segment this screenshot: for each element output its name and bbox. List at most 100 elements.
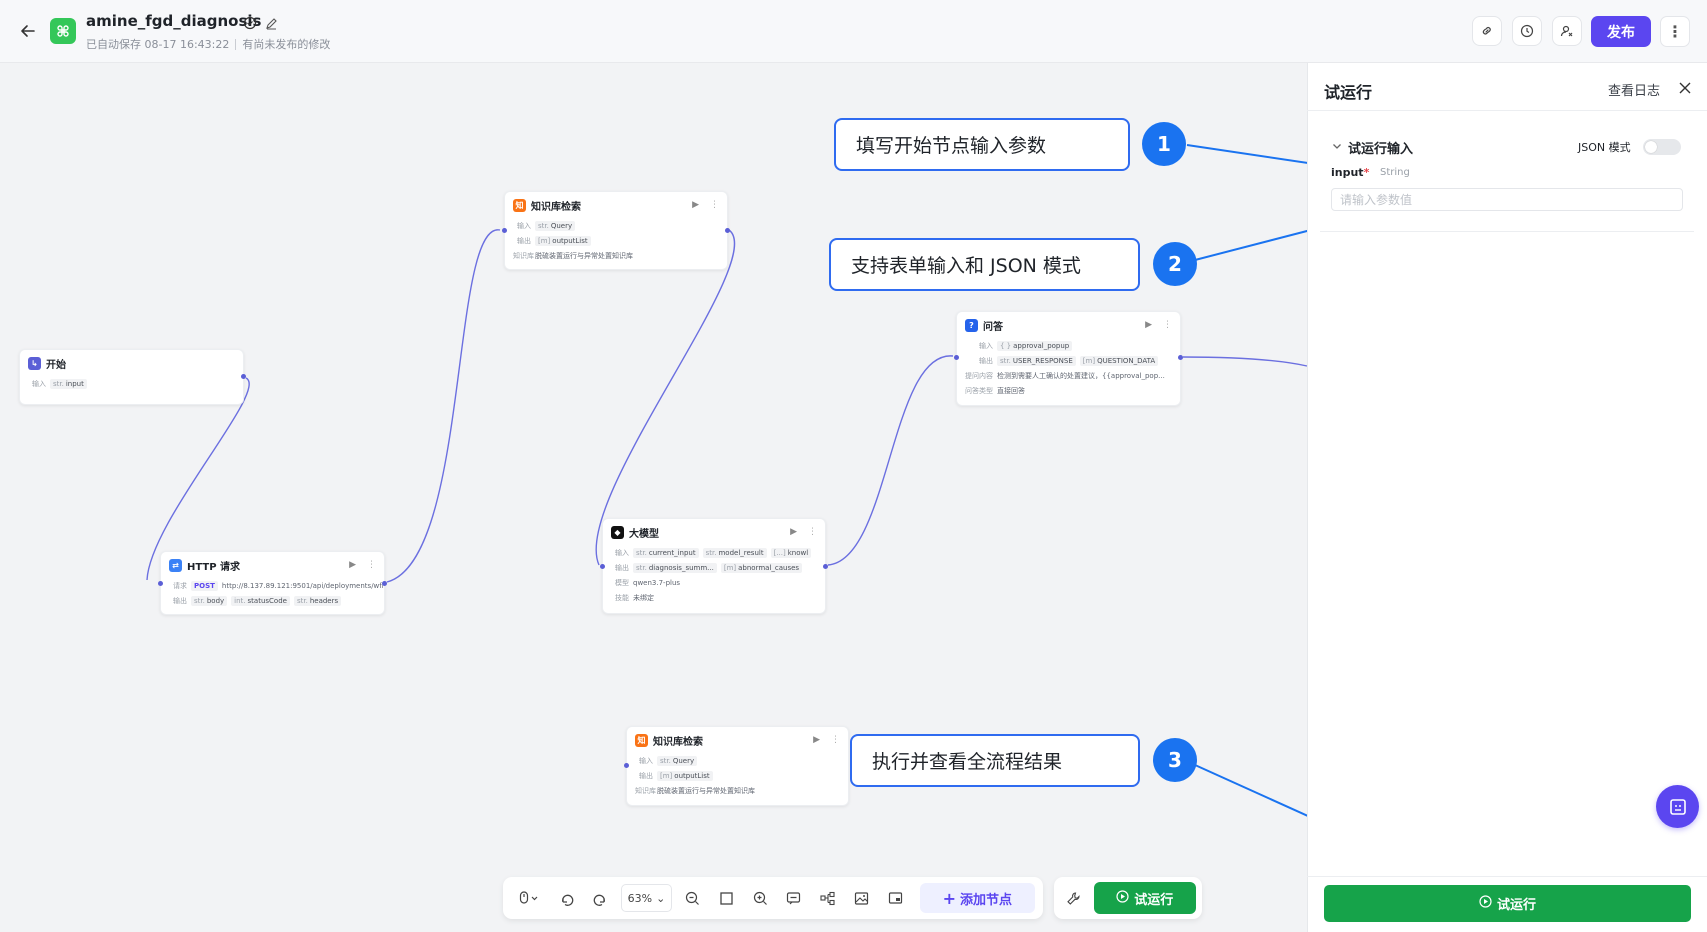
var-type: str. bbox=[636, 563, 647, 572]
output-port[interactable] bbox=[241, 374, 246, 379]
node-title: 知识库检索 bbox=[531, 201, 581, 213]
node-title: 问答 bbox=[983, 321, 1003, 333]
user-share-icon[interactable] bbox=[1552, 16, 1582, 46]
knowledge-base-icon: 知 bbox=[513, 198, 526, 212]
row-label: 技能 bbox=[615, 593, 629, 602]
node-title: HTTP 请求 bbox=[187, 561, 241, 573]
question-icon: ? bbox=[965, 318, 978, 332]
autosave-status: 已自动保存 08-17 16:43:22 bbox=[86, 38, 230, 51]
node-http-request[interactable]: ⇄ HTTP 请求 ▶ ⋮ 请求 POST http://8.137.89.12… bbox=[158, 551, 387, 615]
node-more-icon[interactable]: ⋮ bbox=[710, 200, 719, 210]
node-more-icon[interactable]: ⋮ bbox=[808, 527, 817, 537]
test-input-section-toggle[interactable]: 试运行输入 bbox=[1332, 138, 1413, 157]
back-arrow-icon[interactable] bbox=[18, 21, 38, 41]
row-label: 输出 bbox=[517, 236, 531, 245]
row-label: 输入 bbox=[639, 756, 653, 765]
node-start[interactable]: ↳ 开始 输入 str. input bbox=[19, 349, 246, 405]
section-title: 试运行输入 bbox=[1348, 142, 1414, 157]
var-name: QUESTION_DATA bbox=[1097, 356, 1156, 365]
add-node-button[interactable]: + 添加节点 bbox=[919, 883, 1036, 913]
chevron-down-icon: ⌄ bbox=[656, 891, 666, 905]
node-more-icon[interactable]: ⋮ bbox=[367, 560, 376, 570]
var-name: diagnosis_summ... bbox=[648, 563, 714, 572]
panel-title: 试运行 bbox=[1324, 83, 1373, 102]
link-icon[interactable] bbox=[1472, 16, 1502, 46]
run-node-icon[interactable]: ▶ bbox=[813, 735, 820, 745]
history-clock-icon[interactable] bbox=[1512, 16, 1542, 46]
row-label: 提问内容 bbox=[965, 371, 993, 380]
output-port[interactable] bbox=[725, 228, 730, 233]
var-type: str. bbox=[296, 596, 308, 605]
run-toolbar: 试运行 bbox=[1054, 877, 1202, 919]
var-name: statusCode bbox=[247, 596, 287, 605]
row-label: 问答类型 bbox=[965, 386, 993, 395]
run-node-icon[interactable]: ▶ bbox=[1145, 320, 1152, 330]
model-name: qwen3.7-plus bbox=[633, 578, 681, 587]
node-more-icon[interactable]: ⋮ bbox=[831, 735, 840, 745]
redo-icon[interactable] bbox=[587, 884, 615, 912]
edit-pencil-icon[interactable] bbox=[265, 15, 278, 34]
top-header: amine_fgd_diagnosis 已自动保存 08-17 16:43:22… bbox=[0, 0, 1707, 63]
output-port[interactable] bbox=[823, 564, 828, 569]
node-title: 大模型 bbox=[629, 528, 659, 540]
annotation-callout-1: 填写开始节点输入参数 bbox=[834, 118, 1130, 171]
json-mode-toggle[interactable] bbox=[1643, 139, 1681, 155]
app-title: amine_fgd_diagnosis bbox=[86, 12, 262, 30]
input-port[interactable] bbox=[600, 564, 605, 569]
section-divider bbox=[1320, 231, 1694, 232]
var-type: int. bbox=[234, 596, 246, 605]
more-menu-icon[interactable]: ⋮ bbox=[1660, 16, 1690, 47]
input-port[interactable] bbox=[502, 228, 507, 233]
verified-check-icon bbox=[243, 15, 257, 34]
node-question-answer[interactable]: ? 问答 ▶ ⋮ 输入 { } approval_popup 输出 str. USE… bbox=[954, 311, 1183, 406]
close-icon[interactable] bbox=[1676, 79, 1694, 97]
node-knowledge-search-2[interactable]: 知 知识库检索 ▶ ⋮ 输入 str. Query 输出 [m] outputLis… bbox=[624, 726, 849, 806]
app-logo-icon bbox=[50, 18, 76, 44]
panel-test-run-button[interactable]: 试运行 bbox=[1324, 885, 1691, 922]
row-label: 输出 bbox=[639, 771, 653, 780]
json-mode-label: JSON 模式 bbox=[1578, 141, 1631, 154]
wrench-settings-icon[interactable] bbox=[1060, 884, 1088, 912]
var-name: headers bbox=[309, 596, 339, 605]
test-run-label: 试运行 bbox=[1134, 892, 1174, 908]
output-port[interactable] bbox=[382, 581, 387, 586]
view-log-link[interactable]: 查看日志 bbox=[1608, 80, 1660, 99]
row-label: 输出 bbox=[173, 596, 187, 605]
input-param-field[interactable] bbox=[1331, 188, 1683, 211]
input-port[interactable] bbox=[624, 763, 629, 768]
zoom-out-icon[interactable] bbox=[678, 884, 706, 912]
kb-name: 脱硫装置运行与异常处置知识库 bbox=[535, 251, 633, 260]
zoom-value: 63% bbox=[627, 891, 653, 905]
question-text: 检测到需要人工确认的处置建议，{{approval_pop... bbox=[997, 371, 1165, 380]
undo-icon[interactable] bbox=[553, 884, 581, 912]
annotation-callout-2: 支持表单输入和 JSON 模式 bbox=[829, 238, 1140, 291]
auto-layout-icon[interactable] bbox=[814, 884, 842, 912]
run-node-icon[interactable]: ▶ bbox=[790, 527, 797, 537]
var-type: str. bbox=[636, 548, 647, 557]
input-port[interactable] bbox=[954, 355, 959, 360]
required-mark: * bbox=[1363, 166, 1370, 179]
minimap-icon[interactable] bbox=[882, 884, 910, 912]
var-name: Query bbox=[550, 221, 573, 230]
input-port[interactable] bbox=[158, 581, 163, 586]
field-name: input bbox=[1331, 166, 1364, 179]
play-circle-icon bbox=[1116, 889, 1129, 907]
node-llm[interactable]: ◆ 大模型 ▶ ⋮ 输入 str. current_input str. model… bbox=[600, 518, 828, 614]
test-run-button[interactable]: 试运行 bbox=[1093, 882, 1196, 914]
zoom-level-select[interactable]: 63% ⌄ bbox=[620, 884, 673, 912]
publish-button[interactable]: 发布 bbox=[1591, 16, 1651, 47]
node-more-icon[interactable]: ⋮ bbox=[1163, 320, 1172, 330]
comment-icon[interactable] bbox=[780, 884, 808, 912]
canvas-toolbar: 63% ⌄ + 添加节点 bbox=[503, 877, 1043, 919]
run-node-icon[interactable]: ▶ bbox=[692, 200, 699, 210]
export-image-icon[interactable] bbox=[848, 884, 876, 912]
output-port[interactable] bbox=[1178, 355, 1183, 360]
run-node-icon[interactable]: ▶ bbox=[349, 560, 356, 570]
mouse-mode-icon[interactable] bbox=[511, 884, 547, 912]
node-knowledge-search-1[interactable]: 知 知识库检索 ▶ ⋮ 输入 str. Query 输出 [m] outputLis… bbox=[502, 191, 730, 270]
fit-view-icon[interactable] bbox=[712, 884, 740, 912]
zoom-in-icon[interactable] bbox=[746, 884, 774, 912]
kb-name: 脱硫装置运行与异常处置知识库 bbox=[657, 786, 755, 795]
row-label: 请求 bbox=[173, 581, 187, 590]
assistant-chat-icon[interactable] bbox=[1656, 785, 1699, 828]
